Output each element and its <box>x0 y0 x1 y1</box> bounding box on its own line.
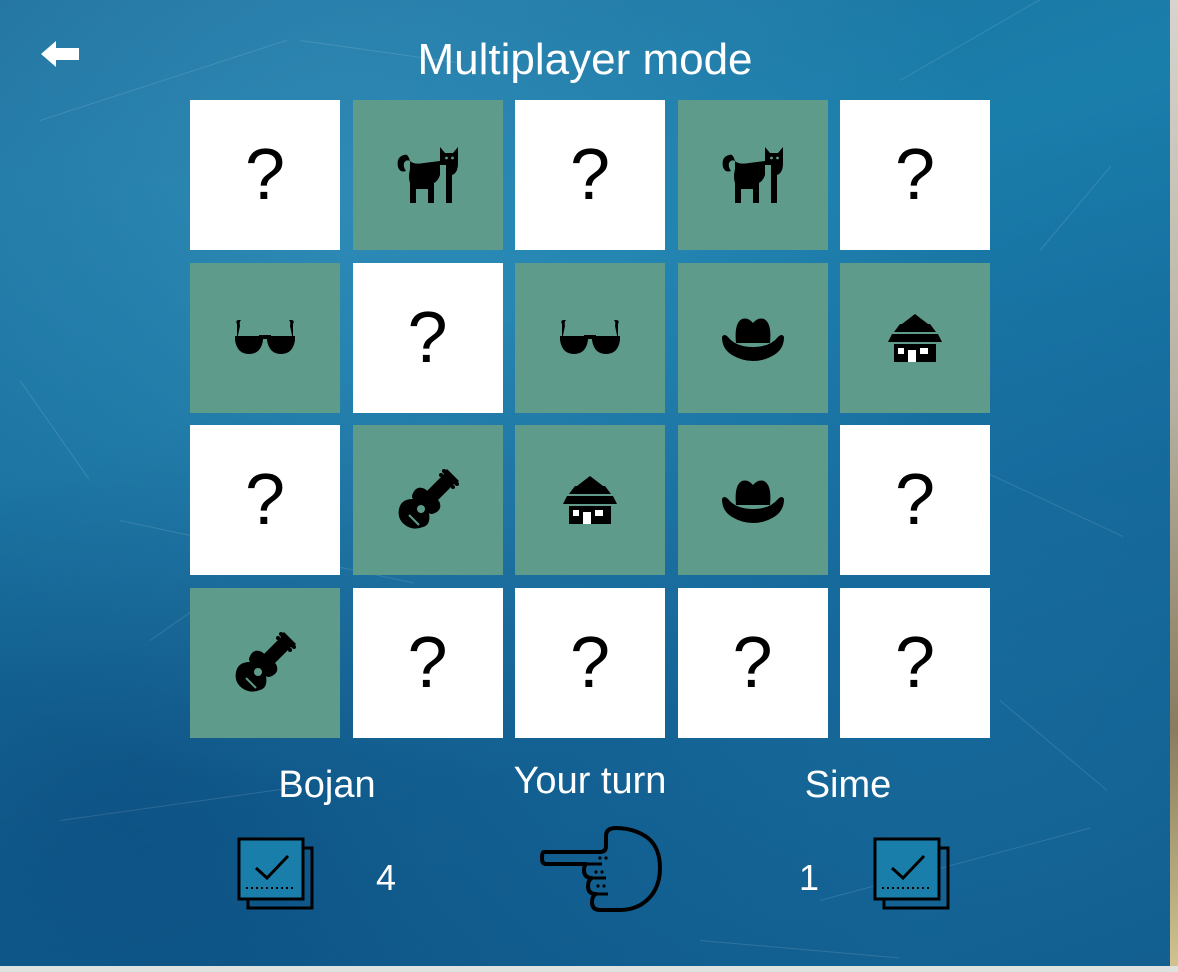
question-mark: ? <box>244 460 286 540</box>
cat-icon <box>394 143 462 207</box>
cowboy-hat-icon <box>720 475 786 525</box>
card-r4-c1[interactable] <box>190 587 340 738</box>
card-r3-c4[interactable] <box>677 425 828 575</box>
game-window: Multiplayer mode ?????????? Bojan Your t… <box>0 0 1170 966</box>
texture-scratch <box>1039 165 1112 251</box>
question-mark: ? <box>569 622 611 703</box>
hut-icon <box>886 312 944 364</box>
page-title: Multiplayer mode <box>417 35 753 84</box>
sunglasses-icon <box>233 318 297 358</box>
card-r3-c2[interactable] <box>352 425 503 575</box>
texture-scratch <box>819 827 1091 901</box>
guitar-icon <box>232 630 298 696</box>
card-r4-c2[interactable]: ? <box>352 587 503 738</box>
matched-pairs-icon <box>873 837 950 910</box>
window-edge-bottom <box>0 966 1178 972</box>
card-r2-c5[interactable] <box>840 262 990 413</box>
card-r1-c4[interactable] <box>677 100 828 250</box>
question-mark: ? <box>407 622 448 703</box>
card-r4-c4[interactable]: ? <box>677 587 828 738</box>
guitar-icon <box>395 467 461 533</box>
sunglasses-icon <box>558 318 622 358</box>
card-r3-c5[interactable]: ? <box>840 425 990 575</box>
card-r3-c3[interactable] <box>515 425 665 575</box>
card-r1-c2[interactable] <box>352 100 503 250</box>
texture-scratch <box>19 380 90 480</box>
player-name-left: Bojan <box>278 764 376 806</box>
card-r2-c4[interactable] <box>677 262 828 413</box>
player-name-right: Sime <box>804 764 892 806</box>
cat-icon <box>719 143 787 207</box>
card-r2-c3[interactable] <box>515 262 665 413</box>
question-mark: ? <box>732 622 773 703</box>
texture-scratch <box>699 940 900 959</box>
question-mark: ? <box>244 135 286 215</box>
question-mark: ? <box>894 622 936 703</box>
card-r3-c1[interactable]: ? <box>190 425 340 575</box>
card-r1-c1[interactable]: ? <box>190 100 340 250</box>
card-r2-c1[interactable] <box>190 262 340 413</box>
card-r2-c2[interactable]: ? <box>352 262 503 413</box>
card-r1-c3[interactable]: ? <box>515 100 665 250</box>
turn-label: Your turn <box>513 760 667 802</box>
question-mark: ? <box>569 135 611 215</box>
hut-icon <box>561 474 619 526</box>
player-score-right: 1 <box>798 857 820 898</box>
window-edge <box>1170 0 1178 972</box>
texture-scratch <box>999 700 1108 791</box>
card-r4-c5[interactable]: ? <box>840 587 990 738</box>
question-mark: ? <box>894 460 936 540</box>
matched-pairs-icon <box>237 837 314 910</box>
cowboy-hat-icon <box>720 313 786 363</box>
pointing-hand-left-icon <box>540 826 662 912</box>
question-mark: ? <box>407 297 448 378</box>
player-score-left: 4 <box>375 857 397 898</box>
card-r4-c3[interactable]: ? <box>515 587 665 738</box>
question-mark: ? <box>894 135 936 215</box>
card-board: ?????????? <box>190 100 990 738</box>
card-r1-c5[interactable]: ? <box>840 100 990 250</box>
